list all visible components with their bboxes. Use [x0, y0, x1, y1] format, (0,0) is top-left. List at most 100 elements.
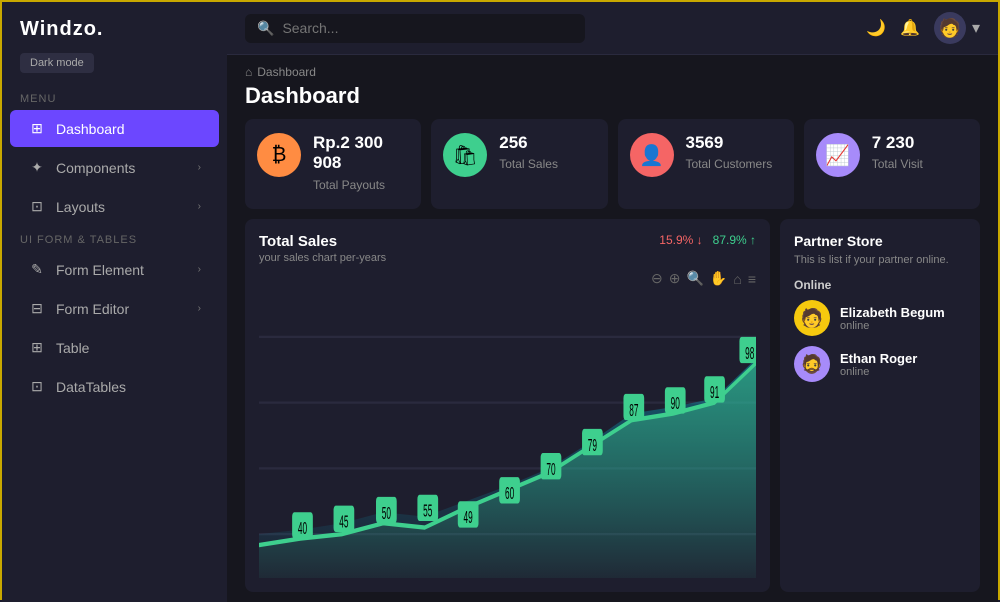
visit-icon: 📈 — [825, 143, 850, 168]
chart-title-area: Total Sales your sales chart per-years — [259, 233, 386, 264]
zoom-reset-icon[interactable]: ⊕ — [669, 270, 681, 287]
visit-icon-wrap: 📈 — [816, 133, 860, 177]
visit-label: Total Visit — [872, 157, 923, 173]
home-chart-icon[interactable]: ⌂ — [733, 271, 741, 287]
sidebar-item-layouts[interactable]: ⊡ Layouts › — [10, 188, 219, 225]
sidebar-item-form-element[interactable]: ✎ Form Element › — [10, 251, 219, 288]
sidebar-item-label-layouts: Layouts — [56, 199, 105, 215]
stat-info-visit: 7 230 Total Visit — [872, 133, 923, 173]
partner-title: Partner Store — [794, 233, 966, 249]
chart-header: Total Sales your sales chart per-years 1… — [259, 233, 756, 264]
chart-stats: 15.9% ↓ 87.9% ↑ — [659, 233, 756, 247]
bell-icon[interactable]: 🔔 — [900, 18, 920, 38]
customers-icon-wrap: 👤 — [630, 133, 674, 177]
app-logo: Windzo. — [2, 18, 227, 49]
sales-icon: 🛍 — [453, 143, 478, 168]
sidebar-item-label-datatables: DataTables — [56, 379, 126, 395]
sidebar-item-label-form-editor: Form Editor — [56, 301, 129, 317]
svg-text:79: 79 — [588, 436, 597, 455]
payouts-label: Total Payouts — [313, 178, 409, 194]
breadcrumb-label: Dashboard — [257, 65, 316, 79]
sidebar: Windzo. Dark mode Menu ⊞ Dashboard ✦ Com… — [2, 2, 227, 602]
chart-stat-down: 15.9% ↓ — [659, 233, 702, 247]
partner-info-0: Elizabeth Begum online — [840, 305, 945, 332]
menu-chart-icon[interactable]: ≡ — [748, 271, 756, 287]
payouts-value: Rp.2 300 908 — [313, 133, 409, 174]
breadcrumb: ⌂ Dashboard — [227, 55, 998, 81]
stat-card-payouts: ₿ Rp.2 300 908 Total Payouts — [245, 119, 421, 209]
sidebar-item-table[interactable]: ⊞ Table — [10, 329, 219, 366]
chevron-icon-form-editor: › — [198, 303, 201, 314]
svg-text:87: 87 — [629, 400, 638, 419]
svg-text:49: 49 — [464, 508, 473, 527]
payouts-icon: ₿ — [272, 144, 287, 167]
stat-info-payouts: Rp.2 300 908 Total Payouts — [313, 133, 409, 193]
svg-text:60: 60 — [505, 484, 514, 503]
search-wrap: 🔍 — [245, 14, 585, 43]
partner-name-0: Elizabeth Begum — [840, 305, 945, 320]
stat-info-customers: 3569 Total Customers — [686, 133, 773, 173]
sidebar-item-components[interactable]: ✦ Components › — [10, 149, 219, 186]
chart-subtitle: your sales chart per-years — [259, 252, 386, 264]
chevron-icon-layouts: › — [198, 201, 201, 212]
online-label: Online — [794, 278, 966, 292]
partner-status-0: online — [840, 320, 945, 332]
sidebar-item-dashboard[interactable]: ⊞ Dashboard — [10, 110, 219, 147]
topbar-icons: 🌙 🔔 🧑 ▾ — [866, 12, 980, 44]
svg-text:91: 91 — [710, 383, 719, 402]
partner-name-1: Ethan Roger — [840, 351, 917, 366]
pan-icon[interactable]: ✋ — [710, 270, 727, 287]
partner-avatar-0: 🧑 — [794, 300, 830, 336]
partner-status-1: online — [840, 366, 917, 378]
stat-card-visit: 📈 7 230 Total Visit — [804, 119, 980, 209]
partner-item-1: 🧔 Ethan Roger online — [794, 346, 966, 382]
bottom-row: Total Sales your sales chart per-years 1… — [227, 219, 998, 602]
chart-title: Total Sales — [259, 233, 386, 250]
stat-info-sales: 256 Total Sales — [499, 133, 558, 173]
sidebar-item-label-dashboard: Dashboard — [56, 121, 125, 137]
partner-item-0: 🧑 Elizabeth Begum online — [794, 300, 966, 336]
topbar: 🔍 🌙 🔔 🧑 ▾ — [227, 2, 998, 55]
zoom-in-icon[interactable]: 🔍 — [686, 270, 703, 287]
home-icon: ⌂ — [245, 65, 252, 79]
sales-icon-wrap: 🛍 — [443, 133, 487, 177]
dark-mode-button[interactable]: Dark mode — [20, 53, 94, 73]
chevron-icon: › — [198, 162, 201, 173]
svg-text:90: 90 — [671, 394, 680, 413]
svg-text:45: 45 — [339, 512, 348, 531]
moon-icon[interactable]: 🌙 — [866, 18, 886, 38]
payouts-icon-wrap: ₿ — [257, 133, 301, 177]
svg-text:55: 55 — [423, 501, 432, 520]
search-input[interactable] — [282, 20, 573, 36]
datatables-icon: ⊡ — [28, 378, 46, 395]
partner-info-1: Ethan Roger online — [840, 351, 917, 378]
avatar-wrap[interactable]: 🧑 ▾ — [934, 12, 980, 44]
sidebar-item-datatables[interactable]: ⊡ DataTables — [10, 368, 219, 405]
dashboard-icon: ⊞ — [28, 120, 46, 137]
chart-area: 40 45 50 55 49 60 70 79 — [259, 293, 756, 578]
ui-section-label: UI Form & Tables — [2, 226, 227, 250]
svg-text:98: 98 — [745, 343, 754, 362]
user-chevron-icon: ▾ — [972, 18, 980, 38]
avatar: 🧑 — [934, 12, 966, 44]
chart-stat-up: 87.9% ↑ — [713, 233, 756, 247]
customers-icon: 👤 — [639, 143, 664, 168]
customers-label: Total Customers — [686, 157, 773, 173]
form-element-icon: ✎ — [28, 261, 46, 278]
sales-label: Total Sales — [499, 157, 558, 173]
menu-section-label: Menu — [2, 85, 227, 109]
sidebar-item-label-form-element: Form Element — [56, 262, 144, 278]
svg-text:40: 40 — [298, 519, 307, 538]
visit-value: 7 230 — [872, 133, 923, 153]
sidebar-item-label-components: Components — [56, 160, 135, 176]
partner-avatar-1: 🧔 — [794, 346, 830, 382]
sidebar-item-label-table: Table — [56, 340, 89, 356]
zoom-out-icon[interactable]: ⊖ — [651, 270, 663, 287]
sales-value: 256 — [499, 133, 558, 153]
chevron-icon-form-element: › — [198, 264, 201, 275]
chart-svg: 40 45 50 55 49 60 70 79 — [259, 293, 756, 578]
svg-text:70: 70 — [546, 460, 555, 479]
layouts-icon: ⊡ — [28, 198, 46, 215]
content-area: ⌂ Dashboard Dashboard ₿ Rp.2 300 908 Tot… — [227, 55, 998, 602]
sidebar-item-form-editor[interactable]: ⊟ Form Editor › — [10, 290, 219, 327]
